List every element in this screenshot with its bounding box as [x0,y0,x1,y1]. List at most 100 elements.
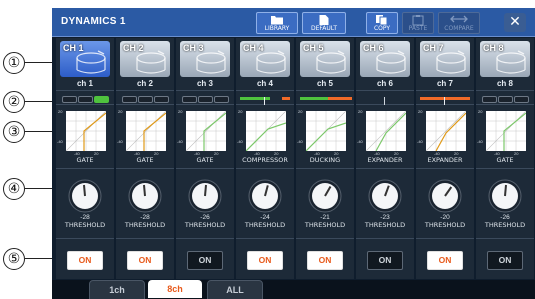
graph-axis-label: -40 [357,139,363,144]
strip-divider [356,90,414,91]
strip-divider [416,90,474,91]
meter-segment [94,96,109,103]
channel-strip-1: CH 1 ch 1 20 -40 -40 20 GATE -28 THRESHOLD ON [56,38,114,279]
reduction-meter [482,96,529,103]
dynamics-on-button[interactable]: ON [367,251,403,270]
meter-segment [78,96,93,103]
reduction-meter [300,96,352,102]
strip-divider [116,168,174,169]
tab-1ch[interactable]: 1ch [89,280,145,299]
folder-icon [271,16,283,25]
dynamics-type-label: DUCKING [309,156,341,164]
drum-icon [316,50,346,74]
strip-divider [416,238,474,239]
channel-select-button[interactable]: CH 7 [420,41,470,77]
dynamics-on-button[interactable]: ON [487,251,523,270]
threshold-label: THRESHOLD [304,221,346,229]
channel-strip-7: CH 7 ch 7 20 -40 -40 20 EXPANDER -20 THRESHOLD ON [416,38,474,279]
library-label: LIBRARY [264,25,290,32]
threshold-knob[interactable] [367,178,403,214]
graph-axis-label: -40 [477,139,483,144]
strip-divider [416,168,474,169]
graph-axis-label: -40 [237,139,243,144]
channel-name: ch 8 [496,79,513,88]
threshold-knob[interactable] [127,178,163,214]
copy-button[interactable]: COPY [366,12,398,34]
graph-axis-label: 20 [118,109,123,114]
channel-select-button[interactable]: CH 8 [480,41,530,77]
strip-divider [56,90,114,91]
transfer-curve-graph [186,111,226,151]
dynamics-window: DYNAMICS 1 LIBRARY DEFAULT COPY PASTE CO… [52,8,535,299]
dynamics-on-button[interactable]: ON [307,251,343,270]
graph-axis-label: -40 [417,139,423,144]
drum-icon [376,50,406,74]
transfer-curve-graph [306,111,346,151]
dynamics-type-label: GATE [76,156,94,164]
tab-all[interactable]: ALL [207,280,263,299]
paste-label: PASTE [408,25,428,32]
drum-icon [196,50,226,74]
graph-axis-label: 20 [358,109,363,114]
strip-divider [236,90,294,91]
channel-select-button[interactable]: CH 2 [120,41,170,77]
tab-8ch[interactable]: 8ch [148,280,202,298]
window-title: DYNAMICS 1 [61,16,126,27]
channel-select-button[interactable]: CH 3 [180,41,230,77]
transfer-curve-graph [426,111,466,151]
callout-4: ④ [3,178,25,200]
drum-icon [496,50,526,74]
channel-select-button[interactable]: CH 1 [60,41,110,77]
callout-1: ① [3,52,25,74]
threshold-knob[interactable] [247,178,283,214]
strip-divider [176,104,234,105]
threshold-marker [444,97,445,105]
threshold-value: -28 [140,214,150,221]
threshold-knob[interactable] [427,178,463,214]
threshold-knob[interactable] [187,178,223,214]
channel-select-button[interactable]: CH 4 [240,41,290,77]
dynamics-on-button[interactable]: ON [187,251,223,270]
threshold-label: THRESHOLD [64,221,106,229]
strip-divider [476,168,534,169]
meter-bar [240,97,270,100]
graph-axis-label: 20 [178,109,183,114]
graph-axis-label: 20 [58,109,63,114]
threshold-knob[interactable] [487,178,523,214]
close-button[interactable]: ✕ [504,13,526,32]
strip-divider [56,168,114,169]
graph-axis-label: -40 [297,139,303,144]
threshold-value: -20 [440,214,450,221]
strip-divider [416,104,474,105]
meter-segment [482,96,497,103]
strip-divider [296,168,354,169]
paste-button[interactable]: PASTE [402,12,434,34]
strip-divider [356,168,414,169]
strip-divider [356,238,414,239]
default-button[interactable]: DEFAULT [302,12,346,34]
transfer-curve-graph [366,111,406,151]
meter-segment [514,96,529,103]
dynamics-on-button[interactable]: ON [427,251,463,270]
strip-divider [296,90,354,91]
channel-select-button[interactable]: CH 6 [360,41,410,77]
reduction-meter [240,96,290,105]
threshold-label: THRESHOLD [184,221,226,229]
dynamics-on-button[interactable]: ON [127,251,163,270]
threshold-knob[interactable] [307,178,343,214]
meter-segment [154,96,169,103]
dynamics-on-button[interactable]: ON [247,251,283,270]
threshold-label: THRESHOLD [364,221,406,229]
strip-divider [236,104,294,105]
channel-strip-3: CH 3 ch 3 20 -40 -40 20 GATE -26 THRESHOLD ON [176,38,234,279]
drum-icon [76,50,106,74]
channel-strip-8: CH 8 ch 8 20 -40 -40 20 GATE -26 THRESHOLD ON [476,38,534,279]
dynamics-on-button[interactable]: ON [67,251,103,270]
compare-label: COMPARE [444,25,474,32]
threshold-knob[interactable] [67,178,103,214]
compare-button[interactable]: COMPARE [438,12,480,34]
reduction-meter [182,96,229,103]
library-button[interactable]: LIBRARY [256,12,298,34]
channel-select-button[interactable]: CH 5 [300,41,350,77]
channel-name: ch 1 [76,79,93,88]
